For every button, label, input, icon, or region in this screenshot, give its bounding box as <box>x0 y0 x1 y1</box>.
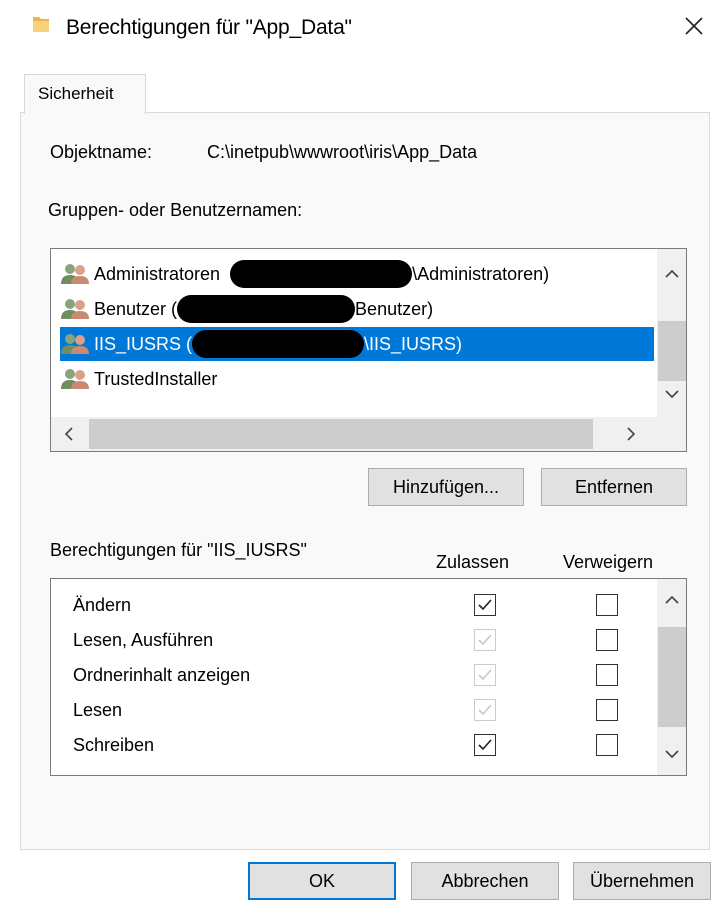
scroll-thumb[interactable] <box>658 627 686 727</box>
group-name: TrustedInstaller <box>94 368 218 389</box>
tab-security[interactable]: Sicherheit <box>24 74 146 114</box>
allow-checkbox <box>474 699 496 721</box>
permission-row: Schreiben <box>73 728 633 762</box>
deny-column-header: Verweigern <box>563 552 654 572</box>
chevron-left-icon <box>64 427 73 441</box>
user-group-icon <box>61 369 89 389</box>
permission-row: Ändern <box>73 588 633 622</box>
permission-row: Lesen, Ausführen <box>73 623 633 657</box>
group-open-paren: ( <box>166 298 178 319</box>
group-name: Administratoren <box>94 263 221 284</box>
group-domain-suffix: Benutzer) <box>355 298 434 319</box>
ok-button[interactable]: OK <box>248 862 396 900</box>
scroll-thumb[interactable] <box>658 321 686 381</box>
group-name: IIS_IUSRS <box>94 333 182 354</box>
groups-label: Gruppen- oder Benutzernamen: <box>48 200 303 220</box>
list-item[interactable]: Benutzer ( Benutzer) <box>60 292 433 326</box>
allow-checkbox <box>474 629 496 651</box>
groups-horizontal-scrollbar[interactable] <box>51 417 686 451</box>
scroll-down-button[interactable] <box>657 379 686 409</box>
permissions-label: Berechtigungen für "IIS_IUSRS" <box>50 540 307 560</box>
deny-checkbox[interactable] <box>596 629 618 651</box>
permission-name: Lesen, Ausführen <box>73 629 214 650</box>
chevron-right-icon <box>627 427 636 441</box>
scroll-down-button[interactable] <box>657 739 686 769</box>
list-item[interactable]: IIS_IUSRS ( \IIS_IUSRS) <box>60 327 654 361</box>
chevron-up-icon <box>665 269 679 278</box>
scroll-thumb[interactable] <box>89 419 593 449</box>
object-name-label: Objektname: <box>50 142 153 162</box>
object-name-value: C:\inetpub\wwwroot\iris\App_Data <box>207 142 478 162</box>
allow-checkbox[interactable] <box>474 594 496 616</box>
permission-row: Ordnerinhalt anzeigen <box>73 658 633 692</box>
permissions-list[interactable]: Ändern Lesen, Ausführen Ordnerinhalt anzei… <box>50 578 687 776</box>
user-group-icon <box>61 334 89 354</box>
redaction-mark <box>192 330 365 358</box>
scroll-up-button[interactable] <box>657 585 686 615</box>
close-button[interactable] <box>676 8 712 44</box>
scrollbar-corner <box>657 417 686 451</box>
window-title: Berechtigungen für "App_Data" <box>66 16 352 39</box>
list-item[interactable]: TrustedInstaller <box>60 362 217 396</box>
redaction-mark <box>230 260 413 288</box>
deny-checkbox[interactable] <box>596 664 618 686</box>
chevron-down-icon <box>665 390 679 399</box>
group-domain-suffix: \IIS_IUSRS) <box>364 333 463 354</box>
close-icon <box>685 17 703 35</box>
deny-checkbox[interactable] <box>596 699 618 721</box>
title-bar: Berechtigungen für "App_Data" <box>0 0 717 60</box>
chevron-down-icon <box>665 750 679 759</box>
deny-checkbox[interactable] <box>596 594 618 616</box>
allow-checkbox <box>474 664 496 686</box>
allow-checkbox[interactable] <box>474 734 496 756</box>
permission-name: Ordnerinhalt anzeigen <box>73 664 251 685</box>
permission-row: Lesen <box>73 693 633 727</box>
allow-column-header: Zulassen <box>436 552 510 572</box>
redaction-mark <box>177 295 356 323</box>
user-group-icon <box>61 299 89 319</box>
user-group-icon <box>61 264 89 284</box>
scroll-right-button[interactable] <box>617 419 645 449</box>
cancel-button[interactable]: Abbrechen <box>411 862 559 900</box>
groups-vertical-scrollbar[interactable] <box>657 249 686 417</box>
list-item[interactable]: Administratoren \Administratoren) <box>60 257 549 291</box>
group-domain-suffix: \Administratoren) <box>412 263 550 284</box>
permissions-vertical-scrollbar[interactable] <box>657 579 686 775</box>
remove-button[interactable]: Entfernen <box>541 468 687 506</box>
group-open-paren: ( <box>181 333 193 354</box>
permission-name: Schreiben <box>73 734 155 755</box>
folder-icon <box>33 17 49 32</box>
chevron-up-icon <box>665 595 679 604</box>
groups-listbox[interactable]: Administratoren \Administratoren) Benutzer… <box>50 248 687 452</box>
group-name: Benutzer <box>94 298 167 319</box>
permission-name: Lesen <box>73 699 123 720</box>
deny-checkbox[interactable] <box>596 734 618 756</box>
scroll-left-button[interactable] <box>55 419 83 449</box>
add-button[interactable]: Hinzufügen... <box>368 468 524 506</box>
scroll-up-button[interactable] <box>657 259 686 289</box>
permission-name: Ändern <box>73 594 132 615</box>
apply-button[interactable]: Übernehmen <box>573 862 711 900</box>
